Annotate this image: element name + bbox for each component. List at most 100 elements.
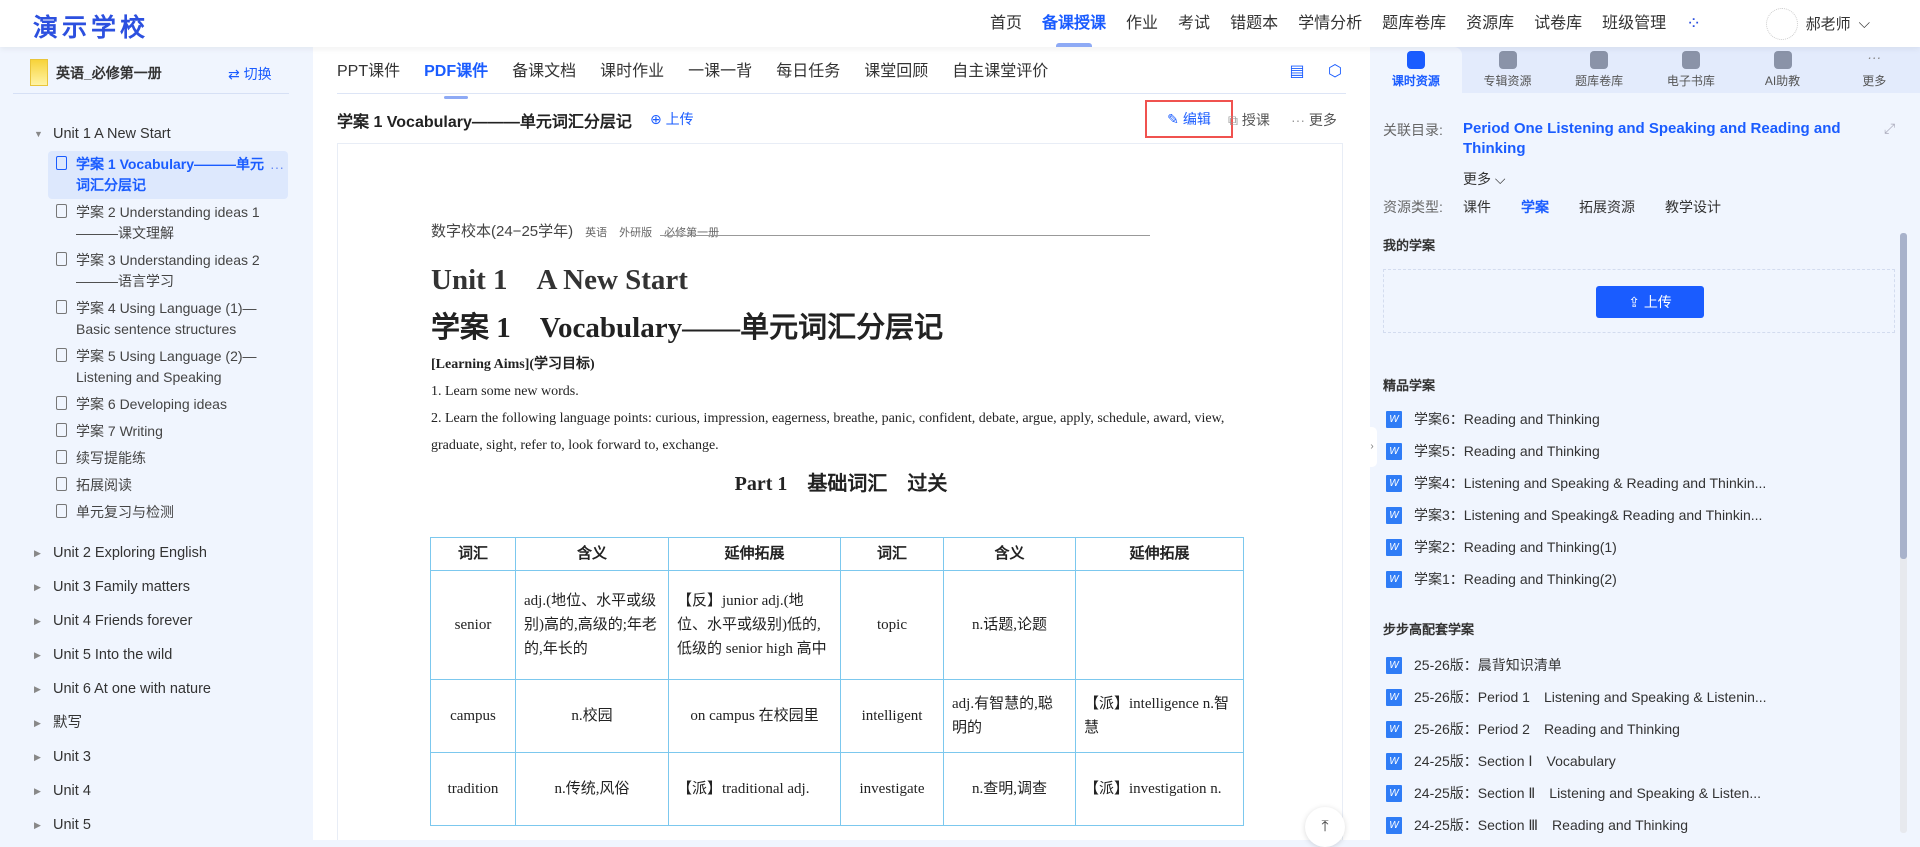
list-item[interactable]: W 24-25版：Section Ⅰ Vocabulary <box>1386 750 1616 772</box>
scrollbar[interactable] <box>1900 233 1907 833</box>
list-item[interactable]: W 25-26版：Period 2 Reading and Thinking <box>1386 718 1680 740</box>
list-item[interactable]: W 学案1：Reading and Thinking(2) <box>1386 568 1617 590</box>
edit-button[interactable]: ✎ 编辑 <box>1145 100 1233 138</box>
tree-unit[interactable]: ▶ Unit 3 <box>0 740 313 774</box>
item-label: 24-25版：Section Ⅱ Listening and Speaking … <box>1414 785 1761 801</box>
list-item[interactable]: W 学案2：Reading and Thinking(1) <box>1386 536 1617 558</box>
tree-leaf[interactable]: 学案 3 Understanding ideas 2———语言学习 <box>48 247 288 295</box>
list-item[interactable]: W 学案3：Listening and Speaking& Reading and… <box>1386 504 1762 526</box>
user-menu[interactable]: 郝老师 ⌵ <box>1765 0 1870 47</box>
tree-unit[interactable]: ▶ 默写 <box>0 706 313 740</box>
type-courseware[interactable]: 课件 <box>1463 197 1491 217</box>
upload-button[interactable]: ⇪ 上传 <box>1596 286 1704 318</box>
top-header: 演示学校 首页 备课授课 作业 考试 错题本 学情分析 题库卷库 资源库 试卷库… <box>0 0 1920 47</box>
tree-leaf[interactable]: 单元复习与检测 <box>48 499 288 526</box>
apps-grid-icon[interactable]: ⁘ <box>1676 0 1711 47</box>
list-item[interactable]: W 25-26版：晨背知识清单 <box>1386 654 1562 676</box>
list-item[interactable]: W 学案4：Listening and Speaking & Reading an… <box>1386 472 1766 494</box>
col-header: 延伸拓展 <box>1075 537 1244 571</box>
more-icon[interactable]: ··· <box>270 157 284 178</box>
catalog-link[interactable]: Period One Listening and Speaking and Re… <box>1463 119 1863 159</box>
tree-unit[interactable]: ▶ Unit 5 <box>0 808 313 842</box>
tree-leaf[interactable]: 学案 7 Writing <box>48 418 288 445</box>
lesson-heading: 学案 1 Vocabulary——单元词汇分层记 <box>431 312 944 344</box>
tree-leaf[interactable]: 学案 1 Vocabulary———单元词汇分层记 ··· <box>48 151 288 199</box>
word-doc-icon: W <box>1386 506 1402 524</box>
nav-home[interactable]: 首页 <box>980 0 1032 47</box>
list-item[interactable]: W 25-26版：Period 1 Listening and Speaking … <box>1386 686 1767 708</box>
tree-leaf[interactable]: 学案 6 Developing ideas <box>48 391 288 418</box>
tree-unit-1[interactable]: ▼ Unit 1 A New Start <box>0 117 313 151</box>
table-row: tradition n.传统,风俗 【派】traditional adj. in… <box>430 752 1244 826</box>
tree-leaf[interactable]: 学案 5 Using Language (2)—Listening and Sp… <box>48 343 288 391</box>
school-logo[interactable]: 演示学校 <box>33 8 149 44</box>
type-study-plan[interactable]: 学案 <box>1521 197 1549 217</box>
nav-exam[interactable]: 考试 <box>1168 0 1220 47</box>
cell: 【反】junior adj.(地位、水平或级别)低的,低级的 senior hi… <box>668 570 841 680</box>
document-icon <box>56 156 67 170</box>
tree-leaf[interactable]: 学案 4 Using Language (1)—Basic sentence s… <box>48 295 288 343</box>
col-header: 含义 <box>515 537 669 571</box>
tree-leaf[interactable]: 学案 2 Understanding ideas 1———课文理解 <box>48 199 288 247</box>
nav-analysis[interactable]: 学情分析 <box>1288 0 1372 47</box>
back-to-top-button[interactable]: ⤒ <box>1305 807 1345 847</box>
teach-button[interactable]: ⧉ 授课 <box>1228 110 1270 130</box>
tree-unit[interactable]: ▶ Unit 4 <box>0 774 313 808</box>
tab-lesson-resources[interactable]: 课时资源 <box>1370 47 1462 93</box>
tab-ebooks[interactable]: 电子书库 <box>1645 47 1737 93</box>
collapse-panel-button[interactable]: › <box>1367 427 1377 467</box>
tree-leaf[interactable]: 拓展阅读 <box>48 472 288 499</box>
nav-resources[interactable]: 资源库 <box>1456 0 1524 47</box>
nav-homework[interactable]: 作业 <box>1116 0 1168 47</box>
tree-leaf[interactable]: 续写提能练 <box>48 445 288 472</box>
tree-unit[interactable]: ▶ Unit 5 Into the wild <box>0 638 313 672</box>
cell: 【派】traditional adj. <box>668 752 841 826</box>
item-label: 24-25版：Section Ⅲ Reading and Thinking <box>1414 817 1688 833</box>
cell: tradition <box>430 752 516 826</box>
tab-prep-doc[interactable]: 备课文档 <box>512 57 576 87</box>
tab-ppt[interactable]: PPT课件 <box>337 57 400 87</box>
pdf-viewer[interactable]: 数字校本(24−25学年) 英语 外研版 必修第一册 Unit 1 A New Sta… <box>337 143 1343 840</box>
more-button[interactable]: ··· 更多 <box>1291 110 1337 130</box>
type-extension[interactable]: 拓展资源 <box>1579 197 1635 217</box>
tab-evaluation[interactable]: 自主课堂评价 <box>952 57 1048 87</box>
tab-review[interactable]: 课堂回顾 <box>864 57 928 87</box>
nav-class-mgmt[interactable]: 班级管理 <box>1592 0 1676 47</box>
book-icon <box>1681 51 1700 69</box>
tab-pdf[interactable]: PDF课件 <box>424 57 488 99</box>
switch-book-button[interactable]: ⇄ 切换 <box>228 64 272 84</box>
tab-recite[interactable]: 一课一背 <box>688 57 752 87</box>
main-nav: 首页 备课授课 作业 考试 错题本 学情分析 题库卷库 资源库 试卷库 班级管理… <box>980 0 1711 47</box>
tab-more[interactable]: ··· 更多 <box>1828 47 1920 93</box>
tab-homework[interactable]: 课时作业 <box>600 57 664 87</box>
scrollbar-thumb[interactable] <box>1900 233 1907 559</box>
nav-mistakes[interactable]: 错题本 <box>1220 0 1288 47</box>
catalog-more-button[interactable]: 更多 ⌵ <box>1463 169 1506 189</box>
nav-question-bank[interactable]: 题库卷库 <box>1372 0 1456 47</box>
document-icon <box>56 423 67 437</box>
tree-unit[interactable]: ▶ Unit 2 Exploring English <box>0 536 313 570</box>
list-item[interactable]: W 24-25版：Section Ⅲ Reading and Thinking <box>1386 814 1688 836</box>
type-teaching-design[interactable]: 教学设计 <box>1665 197 1721 217</box>
book-cover <box>30 59 48 86</box>
nav-papers[interactable]: 试卷库 <box>1524 0 1592 47</box>
tree-unit[interactable]: ▶ Unit 4 Friends forever <box>0 604 313 638</box>
upload-link[interactable]: ⊕ 上传 <box>650 109 694 129</box>
tab-ai-assistant[interactable]: AI助教 <box>1737 47 1829 93</box>
tab-album-resources[interactable]: 专辑资源 <box>1462 47 1554 93</box>
list-item[interactable]: W 学案6：Reading and Thinking <box>1386 408 1600 430</box>
list-item[interactable]: W 24-25版：Section Ⅱ Listening and Speaking… <box>1386 782 1761 804</box>
tree-unit[interactable]: ▶ Unit 3 Family matters <box>0 570 313 604</box>
tab-question-bank[interactable]: 题库卷库 <box>1553 47 1645 93</box>
col-header: 延伸拓展 <box>668 537 841 571</box>
document-icon <box>56 396 67 410</box>
nav-lesson-prep[interactable]: 备课授课 <box>1032 0 1116 47</box>
fullscreen-icon[interactable]: ⤢ <box>1884 120 1895 137</box>
clipboard-icon[interactable]: ▤ <box>1288 61 1306 81</box>
list-item[interactable]: W 学案5：Reading and Thinking <box>1386 440 1600 462</box>
document-icon <box>56 204 67 218</box>
tree-unit[interactable]: ▶ Unit 6 At one with nature <box>0 672 313 706</box>
tab-daily[interactable]: 每日任务 <box>776 57 840 87</box>
settings-icon[interactable]: ⬡ <box>1326 61 1344 81</box>
upload-icon: ⇪ <box>1628 294 1644 310</box>
